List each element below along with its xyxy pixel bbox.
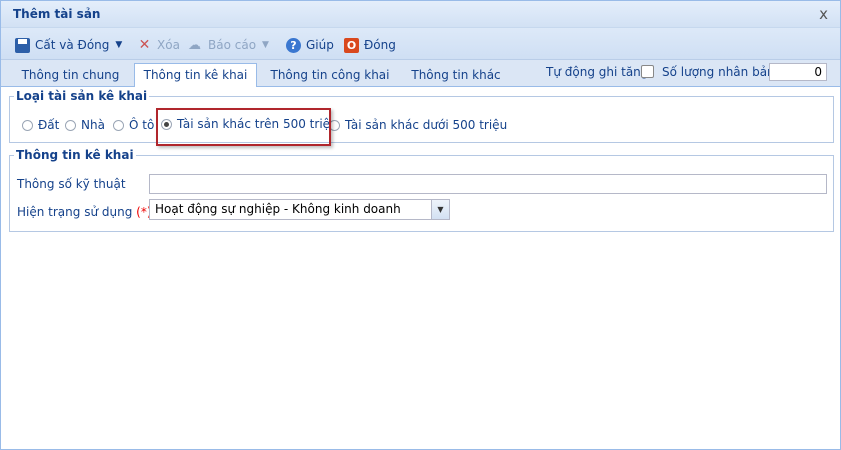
save-close-button[interactable]: Cất và Đóng ▼: [15, 36, 122, 54]
close-label: Đóng: [364, 38, 396, 52]
radio-car[interactable]: Ô tô: [113, 118, 154, 132]
copies-input[interactable]: [769, 63, 827, 81]
chevron-down-icon[interactable]: ▼: [262, 40, 269, 50]
specs-input[interactable]: [149, 174, 827, 194]
radio-land-dot[interactable]: [22, 119, 33, 131]
radio-house[interactable]: Nhà: [65, 118, 105, 132]
declaration-legend: Thông tin kê khai: [16, 148, 134, 162]
close-window-button[interactable]: x: [819, 5, 828, 23]
auto-increase-checkbox[interactable]: [641, 64, 654, 78]
radio-land[interactable]: Đất: [22, 118, 59, 132]
report-label: Báo cáo: [208, 38, 257, 52]
usage-label: Hiện trạng sử dụng (*): [17, 205, 152, 219]
usage-select[interactable]: Hoạt động sự nghiệp - Không kinh doanh ▼: [149, 199, 450, 220]
tab-general-info[interactable]: Thông tin chung: [13, 63, 128, 86]
toolbar: Cất và Đóng ▼ ✕ Xóa ☁ Báo cáo ▼ ? Giúp O…: [1, 28, 840, 60]
tab-strip: Thông tin chung Thông tin kê khai Thông …: [1, 60, 840, 87]
radio-house-label: Nhà: [81, 118, 105, 132]
add-asset-window: Thêm tài sản x Cất và Đóng ▼ ✕ Xóa ☁ Báo…: [0, 0, 841, 450]
save-icon: [15, 37, 30, 53]
close-button[interactable]: O Đóng: [344, 36, 396, 54]
report-button[interactable]: ☁ Báo cáo ▼: [188, 36, 269, 54]
tab-public-info[interactable]: Thông tin công khai: [263, 63, 397, 86]
usage-select-value: Hoạt động sự nghiệp - Không kinh doanh: [155, 202, 401, 216]
title-bar: Thêm tài sản x: [1, 1, 840, 28]
save-close-label: Cất và Đóng: [35, 38, 110, 52]
delete-button[interactable]: ✕ Xóa: [137, 36, 180, 54]
help-button[interactable]: ? Giúp: [286, 36, 334, 54]
auto-increase-label: Tự động ghi tăng: [546, 65, 649, 79]
specs-label: Thông số kỹ thuật: [17, 177, 126, 191]
chevron-down-icon[interactable]: ▼: [431, 200, 449, 219]
radio-car-dot[interactable]: [113, 119, 124, 131]
delete-icon: ✕: [138, 36, 151, 53]
tab-declaration-info[interactable]: Thông tin kê khai: [134, 63, 257, 87]
report-icon: ☁: [188, 37, 201, 53]
delete-label: Xóa: [157, 38, 180, 52]
radio-other-under-500m-label: Tài sản khác dưới 500 triệu: [345, 118, 508, 132]
chevron-down-icon[interactable]: ▼: [115, 40, 122, 50]
radio-house-dot[interactable]: [65, 119, 76, 131]
window-title: Thêm tài sản: [13, 7, 101, 21]
help-label: Giúp: [306, 38, 334, 52]
usage-label-text: Hiện trạng sử dụng: [17, 205, 133, 219]
radio-other-under-500m[interactable]: Tài sản khác dưới 500 triệu: [329, 118, 507, 132]
asset-type-legend: Loại tài sản kê khai: [16, 89, 148, 103]
radio-land-label: Đất: [38, 118, 60, 132]
tab-other-info[interactable]: Thông tin khác: [403, 63, 509, 86]
highlight-box: [156, 108, 331, 146]
power-icon: O: [344, 37, 359, 53]
radio-car-label: Ô tô: [129, 118, 155, 132]
help-icon: ?: [286, 37, 301, 53]
asset-type-fieldset: Loại tài sản kê khai: [9, 89, 834, 143]
copies-label: Số lượng nhân bản: [662, 65, 775, 79]
